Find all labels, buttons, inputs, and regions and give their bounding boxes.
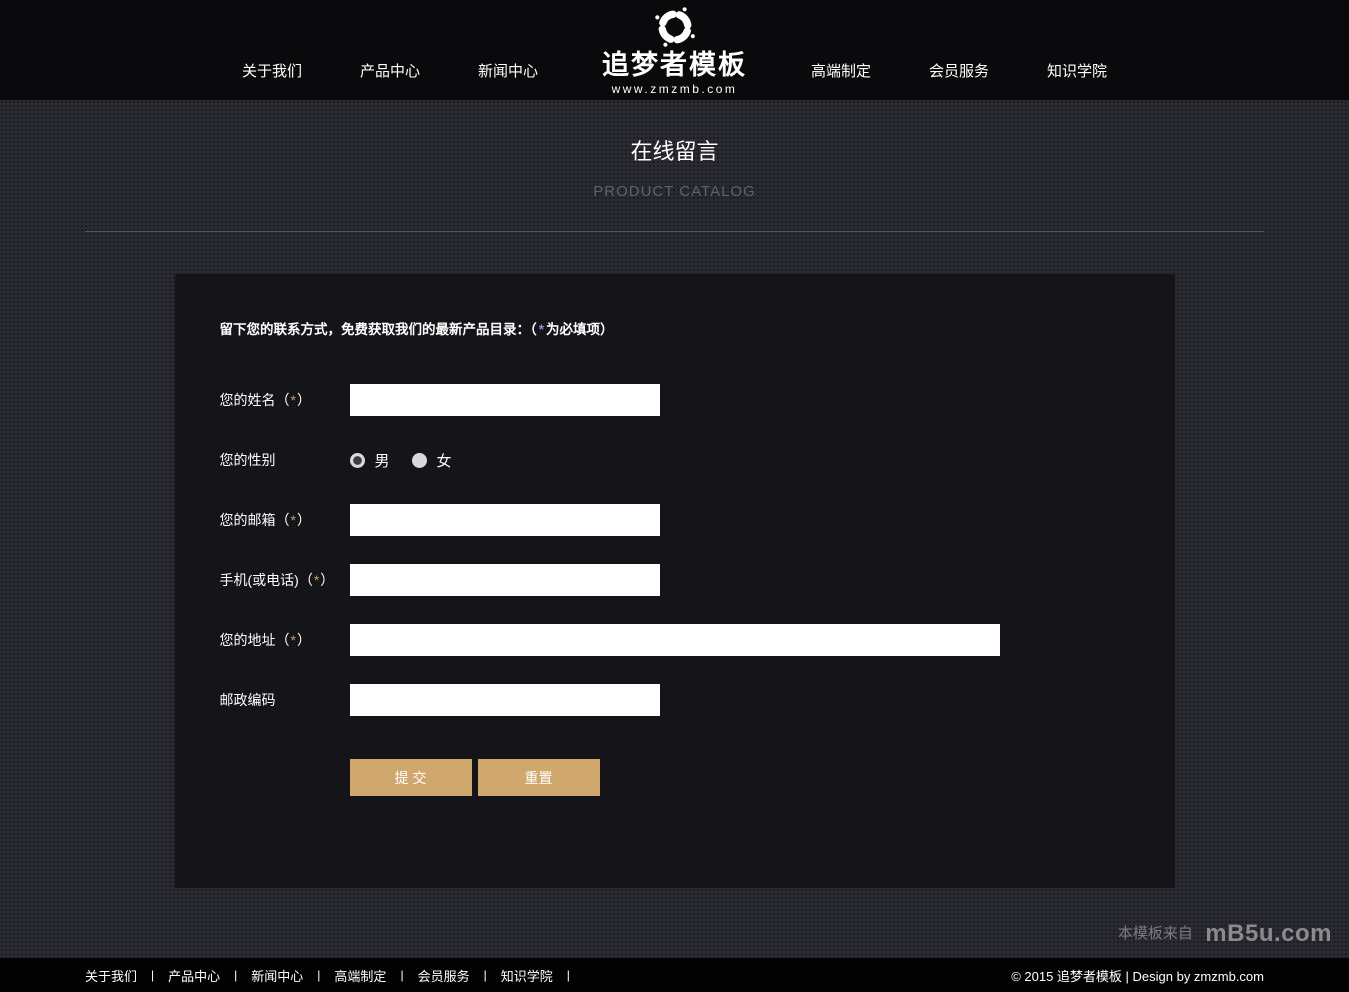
nav-right: 高端制定 会员服务 知识学院 bbox=[811, 0, 1107, 81]
address-input[interactable] bbox=[350, 624, 1000, 656]
footer-separator: | bbox=[400, 968, 403, 982]
horizontal-divider bbox=[85, 231, 1264, 232]
nav-left: 关于我们 产品中心 新闻中心 bbox=[242, 0, 538, 81]
logo-subtitle: www.zmzmb.com bbox=[612, 82, 738, 96]
form-row-phone: 手机(或电话)（*） bbox=[220, 564, 1130, 596]
required-hint-star: * bbox=[537, 322, 546, 337]
submit-button[interactable]: 提 交 bbox=[350, 759, 472, 796]
form-row-name: 您的姓名（*） bbox=[220, 384, 1130, 416]
footer-separator: | bbox=[234, 968, 237, 982]
gender-option-female-label[interactable]: 女 bbox=[437, 450, 452, 471]
gender-radio-male[interactable] bbox=[350, 453, 365, 468]
footer-separator: | bbox=[484, 968, 487, 982]
required-star: * bbox=[290, 392, 297, 408]
form-row-address: 您的地址（*） bbox=[220, 624, 1130, 656]
message-form-panel: 留下您的联系方式，免费获取我们的最新产品目录：（*为必填项） 您的姓名（*） 您… bbox=[175, 274, 1175, 888]
gender-radio-group: 男 女 bbox=[350, 450, 474, 471]
email-label: 您的邮箱（*） bbox=[220, 510, 350, 530]
form-row-email: 您的邮箱（*） bbox=[220, 504, 1130, 536]
footer-separator: | bbox=[317, 968, 320, 982]
form-intro-text: 留下您的联系方式，免费获取我们的最新产品目录：（*为必填项） bbox=[220, 318, 1130, 338]
name-label: 您的姓名（*） bbox=[220, 390, 350, 410]
email-input[interactable] bbox=[350, 504, 660, 536]
address-label: 您的地址（*） bbox=[220, 630, 350, 650]
swirl-logo-icon bbox=[652, 4, 698, 50]
postcode-label: 邮政编码 bbox=[220, 690, 350, 710]
required-star: * bbox=[290, 632, 297, 648]
form-row-gender: 您的性别 男 女 bbox=[220, 444, 1130, 476]
nav-item-custom[interactable]: 高端制定 bbox=[811, 60, 871, 81]
gender-option-male-label[interactable]: 男 bbox=[375, 450, 390, 471]
required-star: * bbox=[290, 512, 297, 528]
phone-label: 手机(或电话)（*） bbox=[220, 570, 350, 590]
nav-item-about[interactable]: 关于我们 bbox=[242, 60, 302, 81]
footer-link-custom[interactable]: 高端制定 bbox=[334, 966, 386, 985]
main-content: 在线留言 PRODUCT CATALOG 留下您的联系方式，免费获取我们的最新产… bbox=[0, 100, 1349, 958]
site-logo[interactable]: 追梦者模板 www.zmzmb.com bbox=[602, 0, 747, 96]
phone-input[interactable] bbox=[350, 564, 660, 596]
nav-item-academy[interactable]: 知识学院 bbox=[1047, 60, 1107, 81]
footer-link-academy[interactable]: 知识学院 bbox=[501, 966, 553, 985]
copyright-text: © 2015 追梦者模板 | Design by zmzmb.com bbox=[1011, 966, 1264, 985]
gender-label: 您的性别 bbox=[220, 450, 350, 470]
footer-links: 关于我们 | 产品中心 | 新闻中心 | 高端制定 | 会员服务 | 知识学院 | bbox=[85, 966, 584, 985]
reset-button[interactable]: 重置 bbox=[478, 759, 600, 796]
watermark-prefix: 本模板来自 bbox=[1118, 925, 1193, 942]
page-title: 在线留言 bbox=[0, 134, 1349, 166]
postcode-input[interactable] bbox=[350, 684, 660, 716]
template-watermark: 本模板来自 mB5u.com bbox=[1118, 920, 1332, 948]
footer-link-member[interactable]: 会员服务 bbox=[418, 966, 470, 985]
footer-separator: | bbox=[151, 968, 154, 982]
footer-link-about[interactable]: 关于我们 bbox=[85, 966, 137, 985]
form-row-postcode: 邮政编码 bbox=[220, 684, 1130, 716]
logo-title: 追梦者模板 bbox=[602, 50, 747, 81]
gender-radio-female[interactable] bbox=[412, 453, 427, 468]
footer-link-products[interactable]: 产品中心 bbox=[168, 966, 220, 985]
footer-link-news[interactable]: 新闻中心 bbox=[251, 966, 303, 985]
page-subtitle: PRODUCT CATALOG bbox=[0, 183, 1349, 200]
name-input[interactable] bbox=[350, 384, 660, 416]
footer-separator: | bbox=[567, 968, 570, 982]
mb5u-brand-logo: mB5u.com bbox=[1205, 920, 1332, 947]
form-buttons: 提 交 重置 bbox=[350, 759, 1130, 796]
nav-item-products[interactable]: 产品中心 bbox=[360, 60, 420, 81]
nav-item-member[interactable]: 会员服务 bbox=[929, 60, 989, 81]
nav-item-news[interactable]: 新闻中心 bbox=[478, 60, 538, 81]
top-navigation-bar: 关于我们 产品中心 新闻中心 追梦者模板 www.zmzmb.com 高端制定 … bbox=[0, 0, 1349, 100]
footer-bar: 关于我们 | 产品中心 | 新闻中心 | 高端制定 | 会员服务 | 知识学院 | © 2015 追梦… bbox=[0, 958, 1349, 992]
page-header: 在线留言 PRODUCT CATALOG bbox=[0, 100, 1349, 200]
